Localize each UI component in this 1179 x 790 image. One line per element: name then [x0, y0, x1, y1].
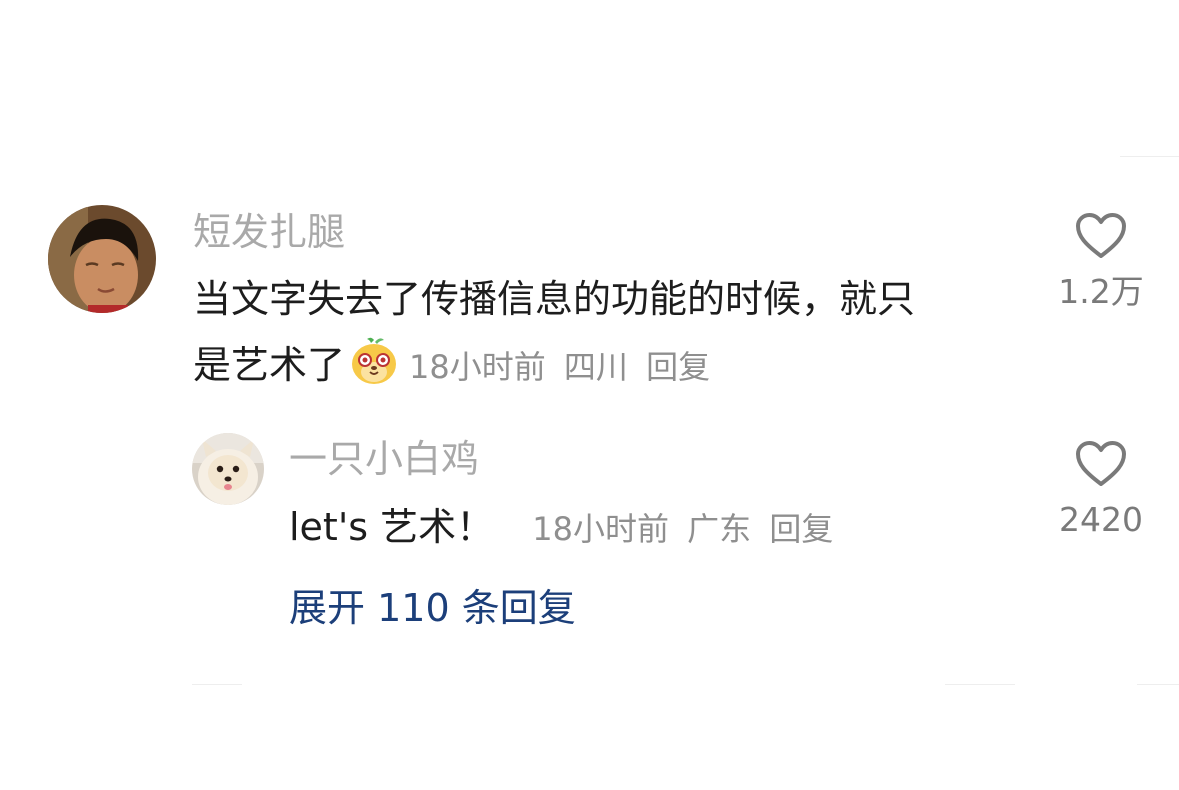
comment-meta: 18小时前 四川 回复 [409, 348, 718, 386]
like-button[interactable]: 2420 [1041, 440, 1161, 540]
reply-text: let's 艺术！ 18小时前 广东 回复 [289, 494, 841, 562]
divider-bottom-edge [1137, 684, 1179, 685]
divider-bottom-left [192, 684, 242, 685]
expand-replies-link[interactable]: 展开 110 条回复 [289, 585, 576, 631]
divider-top [1120, 156, 1179, 157]
comment-text-line: 当文字失去了传播信息的功能的时候，就只 [193, 277, 916, 321]
dog-avatar-image [192, 433, 264, 505]
comment-location: 四川 [563, 348, 628, 386]
reply-button[interactable]: 回复 [646, 348, 710, 386]
blushing-face-emoji-icon [349, 336, 399, 386]
comment-text-line: 是艺术了 18小时前 四川 回复 [193, 332, 915, 400]
heart-icon [1076, 441, 1126, 486]
comment-text-continued: 是艺术了 [193, 343, 346, 387]
reply-location: 广东 [687, 510, 752, 548]
username[interactable]: 短发扎腿 [193, 209, 345, 255]
like-button[interactable]: 1.2万 [1041, 212, 1161, 312]
avatar[interactable] [48, 205, 156, 313]
boy-avatar-image [48, 205, 156, 313]
comment-time: 18小时前 [409, 348, 546, 386]
reply-meta: 18小时前 广东 回复 [532, 510, 841, 548]
expand-suffix: 条回复 [461, 586, 576, 630]
divider-bottom-right [945, 684, 1015, 685]
expand-prefix: 展开 [289, 586, 366, 630]
reply-text-body: let's 艺术！ [289, 505, 495, 549]
username[interactable]: 一只小白鸡 [289, 436, 479, 482]
expand-count: 110 [377, 586, 450, 630]
heart-icon [1076, 213, 1126, 258]
like-count: 2420 [1059, 500, 1143, 539]
avatar[interactable] [192, 433, 264, 505]
reply-button[interactable]: 回复 [769, 510, 833, 548]
like-count: 1.2万 [1058, 272, 1144, 311]
reply-time: 18小时前 [532, 510, 669, 548]
comment-text: 当文字失去了传播信息的功能的时候，就只 是艺术了 18小时前 四川 回复 [193, 266, 915, 400]
